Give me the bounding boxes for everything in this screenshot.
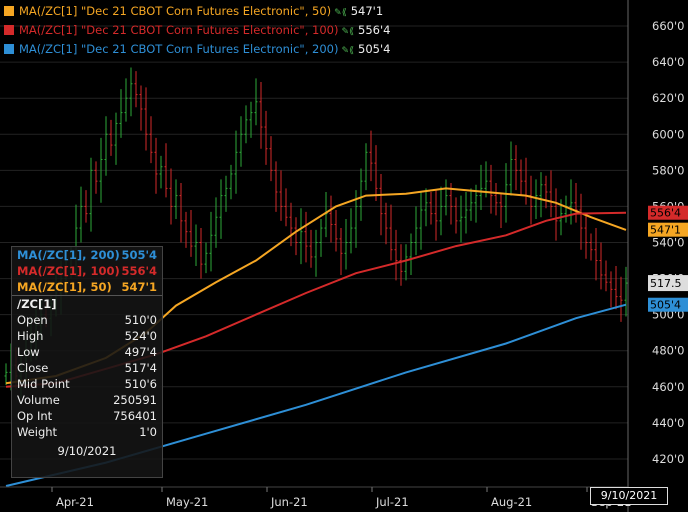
x-tick-label: Jun-21 [270, 495, 308, 509]
data-window-value: 510'6 [124, 377, 157, 391]
legend-value: 547'1 [350, 4, 384, 18]
data-window-row: Close 517'4 [12, 360, 162, 376]
legend-swatch [4, 6, 14, 16]
data-window-label: High [17, 329, 44, 343]
data-window-label: Open [17, 313, 48, 327]
study-edit-icon[interactable]: ✎⟪ [341, 27, 354, 37]
data-window-label: MA(/ZC[1], 200) [17, 248, 120, 262]
legend-row[interactable]: MA(/ZC[1] "Dec 21 CBOT Corn Futures Elec… [4, 4, 383, 18]
legend-value: 505'4 [358, 42, 391, 56]
data-window-row: Weight 1'0 [12, 424, 162, 440]
data-window-label: Weight [17, 425, 58, 439]
legend-label: MA(/ZC[1] "Dec 21 CBOT Corn Futures Elec… [19, 42, 339, 56]
y-tick-label: 640'0 [652, 55, 684, 69]
data-window-row: MA(/ZC[1], 100) 556'4 [12, 263, 162, 279]
price-axis: 420'0440'0460'0480'0500'0520'0540'0560'0… [627, 0, 684, 512]
x-tick-label: May-21 [166, 495, 208, 509]
time-axis: Apr-21May-21Jun-21Jul-21Aug-21Sep-21 [0, 486, 631, 509]
data-window-label: Close [17, 361, 49, 375]
data-window-value: 756401 [113, 409, 157, 423]
data-window-row: Open 510'0 [12, 312, 162, 328]
data-window-row: Mid Point 510'6 [12, 376, 162, 392]
data-window-label: MA(/ZC[1], 100) [17, 264, 120, 278]
data-window-label: MA(/ZC[1], 50) [17, 280, 112, 294]
data-window-date: 9/10/2021 [57, 444, 117, 458]
legend-swatch [4, 25, 14, 35]
legend-row[interactable]: MA(/ZC[1] "Dec 21 CBOT Corn Futures Elec… [4, 42, 390, 56]
legend-label: MA(/ZC[1] "Dec 21 CBOT Corn Futures Elec… [19, 4, 332, 18]
data-window-row: MA(/ZC[1], 50) 547'1 [12, 279, 162, 296]
legend-label: MA(/ZC[1] "Dec 21 CBOT Corn Futures Elec… [19, 23, 339, 37]
data-window-value: 1'0 [139, 425, 157, 439]
y-tick-label: 540'0 [652, 235, 684, 249]
data-window-label: Low [17, 345, 40, 359]
y-tick-label: 440'0 [652, 416, 684, 430]
y-tick-label: 620'0 [652, 91, 684, 105]
data-window-row: Low 497'4 [12, 344, 162, 360]
y-tick-label: 660'0 [652, 19, 684, 33]
y-tick-label: 600'0 [652, 127, 684, 141]
data-window-row: Op Int 756401 [12, 408, 162, 424]
x-tick-label: Apr-21 [56, 495, 94, 509]
data-window-value: 250591 [113, 393, 157, 407]
legend-row[interactable]: MA(/ZC[1] "Dec 21 CBOT Corn Futures Elec… [4, 23, 390, 37]
cursor-date-label: 9/10/2021 [590, 487, 668, 505]
value-tag-label: 556'4 [650, 207, 681, 220]
data-window-value: 505'4 [121, 248, 157, 262]
data-window-label: Mid Point [17, 377, 70, 391]
legend-swatch [4, 44, 14, 54]
data-window-row: Volume 250591 [12, 392, 162, 408]
data-window-row: /ZC[1] [12, 296, 162, 312]
data-window-value: 497'4 [124, 345, 157, 359]
value-tag-label: 547'1 [650, 224, 681, 237]
data-window-value: 517'4 [124, 361, 157, 375]
y-tick-label: 460'0 [652, 380, 684, 394]
data-window-value: 556'4 [121, 264, 157, 278]
y-tick-label: 480'0 [652, 344, 684, 358]
y-tick-label: 580'0 [652, 163, 684, 177]
data-window-value: 547'1 [121, 280, 157, 294]
data-window-label: Op Int [17, 409, 53, 423]
data-window-label: /ZC[1] [17, 297, 57, 311]
value-tags: 556'4 547'1 505'4 517.5 [648, 205, 688, 312]
last-close-label: 517.5 [650, 277, 682, 290]
legend-value: 556'4 [358, 23, 391, 37]
study-edit-icon[interactable]: ✎⟪ [334, 8, 347, 18]
data-window-row: High 524'0 [12, 328, 162, 344]
x-tick-label: Jul-21 [375, 495, 409, 509]
data-window-row: MA(/ZC[1], 200) 505'4 [12, 247, 162, 263]
data-window-label: Volume [17, 393, 60, 407]
data-window: MA(/ZC[1], 200) 505'4 MA(/ZC[1], 100) 556'4… [11, 246, 163, 478]
data-window-value: 524'0 [124, 329, 157, 343]
study-edit-icon[interactable]: ✎⟪ [341, 46, 354, 56]
y-tick-label: 420'0 [652, 452, 684, 466]
x-tick-label: Aug-21 [491, 495, 532, 509]
data-window-value: 510'0 [124, 313, 157, 327]
value-tag-label: 505'4 [650, 299, 681, 312]
